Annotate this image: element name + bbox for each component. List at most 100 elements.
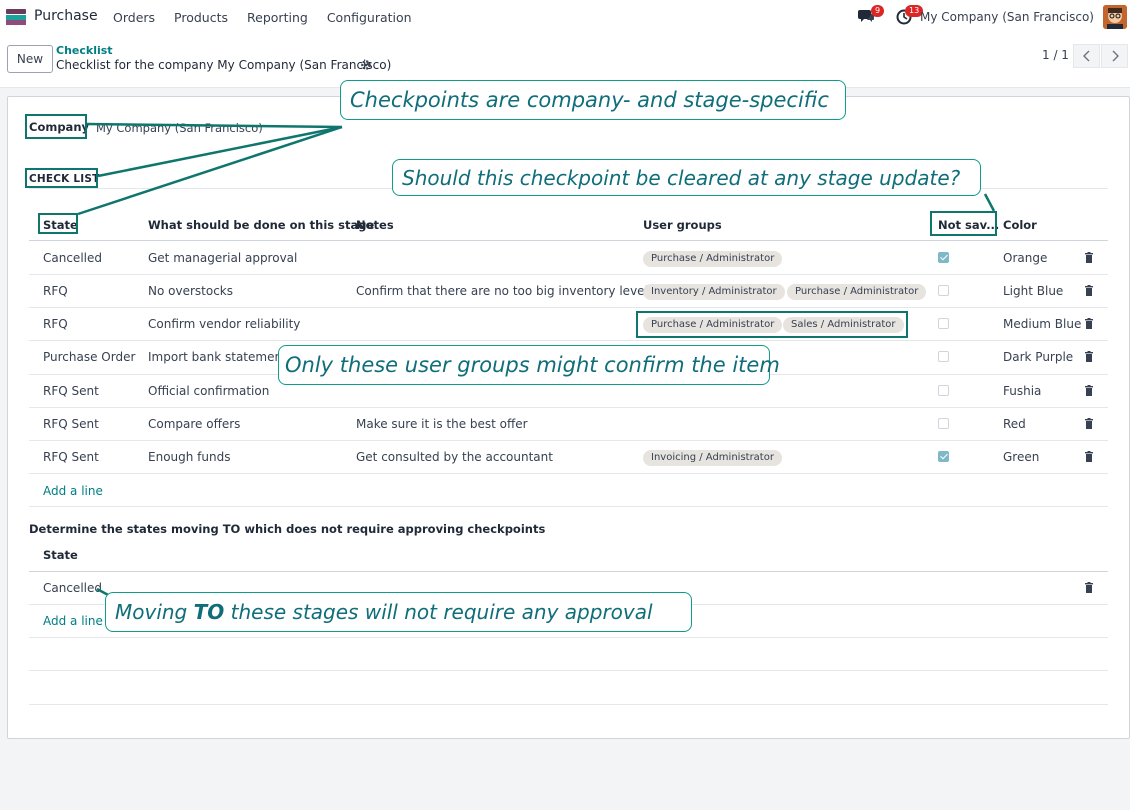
gear-icon[interactable] [360,59,372,71]
row-separator [29,473,1108,474]
not-saved-checkbox[interactable] [938,252,949,263]
col-header-todo[interactable]: What should be done on this stage [148,218,374,232]
user-group-tag[interactable]: Purchase / Administrator [643,251,783,267]
row-color[interactable]: Green [1003,450,1039,464]
user-group-tag[interactable]: Purchase / Administrator [787,284,927,300]
breadcrumb-link[interactable]: Checklist [56,44,113,57]
not-saved-checkbox[interactable] [938,385,949,396]
company-field[interactable]: My Company (San Francisco) [96,121,263,135]
row-todo[interactable]: Get managerial approval [148,251,297,265]
row-separator [29,307,1108,308]
callout-user-groups: Only these user groups might confirm the… [278,345,780,385]
row-state[interactable]: RFQ Sent [43,450,99,464]
row-todo[interactable]: Compare offers [148,417,240,431]
row-separator [29,704,1108,705]
highlight-checklist-title [25,168,98,188]
row-todo[interactable]: Official confirmation [148,384,269,398]
record-title: Checklist for the company My Company (Sa… [56,58,392,72]
row-notes[interactable]: Make sure it is the best offer [356,417,528,431]
callout-text: Moving [115,600,194,624]
callout-text: Checkpoints are company- and stage-speci… [350,88,829,112]
highlight-user-groups [636,311,908,338]
row-todo[interactable]: No overstocks [148,284,233,298]
row-color[interactable]: Orange [1003,251,1047,265]
highlight-company-label [25,114,87,139]
trash-icon[interactable] [1084,385,1094,396]
row-notes[interactable]: Get consulted by the accountant [356,450,553,464]
callout-not-saved: Should this checkpoint be cleared at any… [392,159,981,196]
app-name[interactable]: Purchase [34,8,98,24]
menu-orders[interactable]: Orders [113,10,155,25]
row-separator [29,440,1108,441]
table-header-border [29,240,1108,241]
add-line-link[interactable]: Add a line [43,484,103,498]
row-color[interactable]: Dark Purple [1003,350,1073,364]
menu-products[interactable]: Products [174,10,228,25]
states-section-label: Determine the states moving TO which doe… [29,522,546,536]
menu-configuration[interactable]: Configuration [327,10,412,25]
trash-icon[interactable] [1084,285,1094,296]
row-todo[interactable]: Confirm vendor reliability [148,317,300,331]
callout-text-bold: TO [193,600,225,624]
callout-moving-to: Moving TO these stages will not require … [105,592,692,632]
pager-prev-button[interactable] [1073,44,1100,68]
row-separator [29,274,1108,275]
user-avatar[interactable] [1103,5,1127,29]
trash-icon[interactable] [1084,418,1094,429]
main-menu: Orders Products Reporting Configuration [113,10,431,25]
not-saved-checkbox[interactable] [938,451,949,462]
row-separator [29,670,1108,671]
row-notes[interactable]: Confirm that there are no too big invent… [356,284,654,298]
row-color[interactable]: Fushia [1003,384,1041,398]
row-todo[interactable]: Enough funds [148,450,230,464]
menu-reporting[interactable]: Reporting [247,10,308,25]
callout-text: Should this checkpoint be cleared at any… [402,165,961,190]
chat-count-badge: 9 [871,5,885,17]
pager-value[interactable]: 1 / 1 [1042,48,1069,62]
not-saved-checkbox[interactable] [938,318,949,329]
not-saved-checkbox[interactable] [938,351,949,362]
row-separator [29,407,1108,408]
callout-company-stage: Checkpoints are company- and stage-speci… [340,80,846,120]
row-state[interactable]: RFQ [43,284,68,298]
row-separator [29,340,1108,341]
col-header-color[interactable]: Color [1003,218,1037,232]
row-color[interactable]: Light Blue [1003,284,1063,298]
states-add-line-link[interactable]: Add a line [43,614,103,628]
row-separator [29,637,1108,638]
not-saved-checkbox[interactable] [938,285,949,296]
top-navbar: Purchase Orders Products Reporting Confi… [0,0,1130,34]
chevron-right-icon [1112,50,1119,62]
trash-icon[interactable] [1084,451,1094,462]
states-row-state[interactable]: Cancelled [43,581,102,595]
states-col-header-state[interactable]: State [43,548,78,562]
purchase-app-icon[interactable] [6,9,26,25]
callout-text: these stages will not require any approv… [224,600,653,624]
company-switcher[interactable]: My Company (San Francisco) [920,10,1094,24]
row-state[interactable]: RFQ Sent [43,384,99,398]
new-button[interactable]: New [7,45,53,73]
highlight-state-header [38,213,78,234]
trash-icon[interactable] [1084,318,1094,329]
row-color[interactable]: Red [1003,417,1026,431]
trash-icon[interactable] [1084,351,1094,362]
col-header-user-groups[interactable]: User groups [643,218,722,232]
highlight-not-saved-header [930,211,997,236]
trash-icon[interactable] [1084,252,1094,263]
col-header-notes[interactable]: Notes [356,218,394,232]
row-state[interactable]: Cancelled [43,251,102,265]
row-state[interactable]: Purchase Order [43,350,135,364]
user-group-tag[interactable]: Invoicing / Administrator [643,450,782,466]
callout-text: Only these user groups might confirm the… [285,353,780,377]
not-saved-checkbox[interactable] [938,418,949,429]
chevron-left-icon [1082,50,1089,62]
row-state[interactable]: RFQ Sent [43,417,99,431]
row-todo[interactable]: Import bank statement [148,350,287,364]
states-header-border [29,571,1108,572]
pager-next-button[interactable] [1101,44,1128,68]
row-color[interactable]: Medium Blue [1003,317,1081,331]
row-state[interactable]: RFQ [43,317,68,331]
row-separator [29,506,1108,507]
trash-icon[interactable] [1084,582,1094,593]
user-group-tag[interactable]: Inventory / Administrator [643,284,785,300]
